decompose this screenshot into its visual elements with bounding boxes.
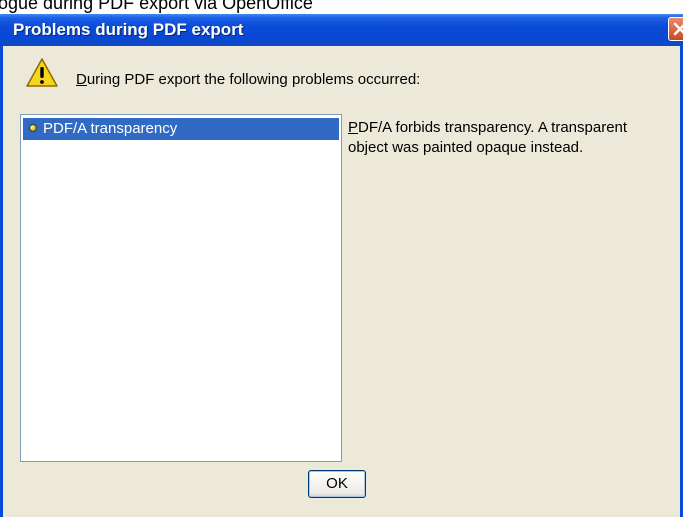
message-mnemonic: D [76,71,87,88]
description-mnemonic: P [348,119,359,136]
description-text: DF/A forbids transparency. A transparent… [348,119,628,156]
warning-icon [26,58,58,87]
problems-list[interactable]: PDF/A transparency [20,114,342,462]
dialog-window: Problems during PDF export During PDF ex… [0,14,683,517]
close-button[interactable] [668,17,683,41]
close-icon [673,22,683,36]
list-item-label: PDF/A transparency [43,120,178,137]
ok-button[interactable]: OK [308,470,366,498]
problem-message: During PDF export the following problems… [76,71,420,88]
problem-description: PDF/A forbids transparency. A transparen… [348,118,658,158]
list-item[interactable]: PDF/A transparency [23,118,339,140]
bullet-icon [29,124,37,132]
page-caption: ogue during PDF export via OpenOffice [0,0,313,13]
dialog-title: Problems during PDF export [13,20,244,39]
title-bar[interactable]: Problems during PDF export [0,14,683,46]
message-text: uring PDF export the following problems … [86,71,421,88]
